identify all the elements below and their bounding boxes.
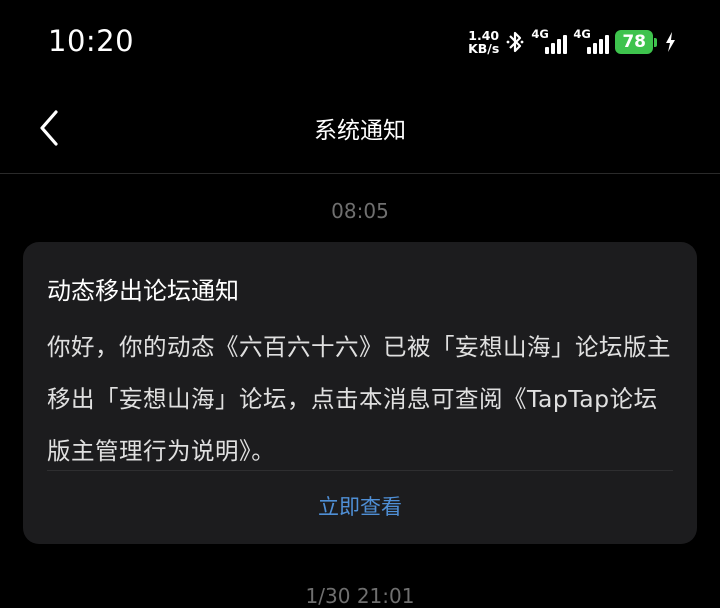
header-divider: [0, 173, 720, 174]
battery-cap: [654, 37, 657, 47]
network-speed-unit: KB/s: [468, 41, 500, 56]
view-now-button[interactable]: 立即查看: [23, 491, 697, 521]
signal-icon-sim2: 4G: [573, 27, 610, 57]
notification-card[interactable]: 动态移出论坛通知 你好，你的动态《六百六十六》已被「妄想山海」论坛版主移出「妄想…: [23, 242, 697, 544]
app-header: 系统通知: [0, 84, 720, 174]
charging-icon: [666, 32, 675, 52]
message-timestamp: 08:05: [331, 199, 389, 223]
bluetooth-icon: [506, 31, 524, 53]
status-time: 10:20: [48, 24, 135, 58]
signal-icon-sim1: 4G: [531, 27, 568, 57]
card-divider: [47, 470, 673, 471]
status-bar: 10:20 1.40 KB/s 4G 4G 78: [0, 0, 720, 84]
battery-level: 78: [615, 30, 653, 54]
notification-body: 你好，你的动态《六百六十六》已被「妄想山海」论坛版主移出「妄想山海」论坛，点击本…: [47, 333, 671, 465]
network-speed: 1.40 KB/s: [468, 29, 499, 55]
status-icons: 1.40 KB/s 4G 4G 78: [468, 25, 676, 59]
next-message-timestamp: 1/30 21:01: [305, 584, 415, 608]
battery-indicator: 78: [615, 30, 657, 54]
notification-title: 动态移出论坛通知: [47, 277, 239, 305]
page-title: 系统通知: [314, 118, 406, 144]
